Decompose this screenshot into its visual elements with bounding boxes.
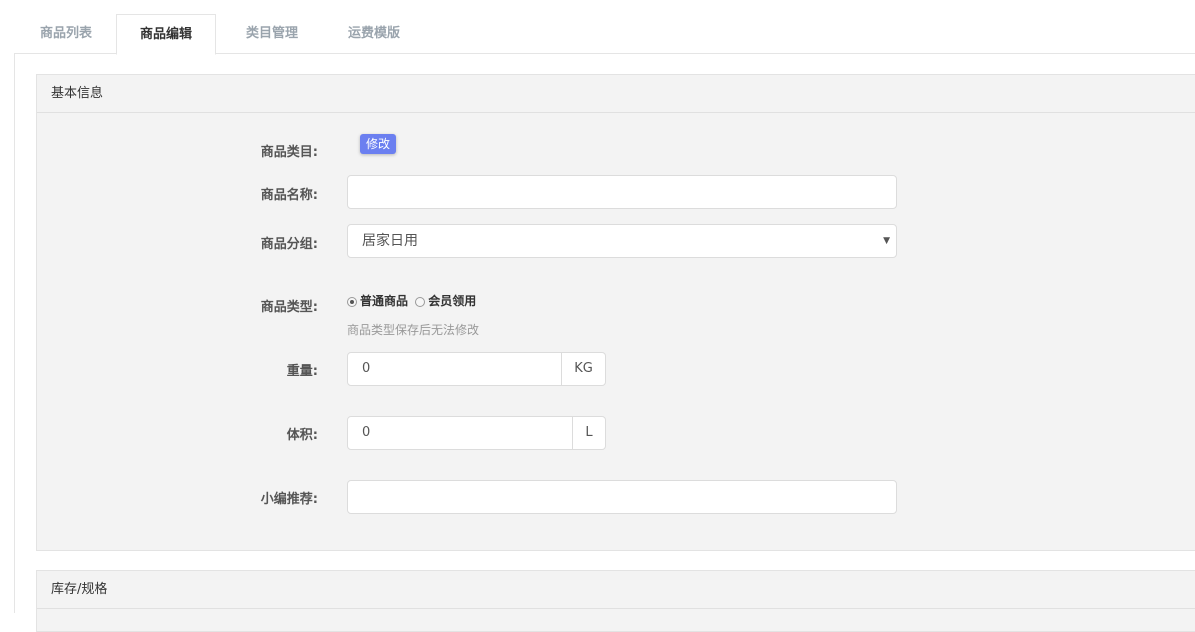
panel-title-stock-spec: 库存/规格 [37, 571, 1195, 609]
tab-product-edit[interactable]: 商品编辑 [116, 14, 216, 55]
product-group-select[interactable]: 居家日用 ▼ [347, 224, 897, 258]
product-name-input[interactable] [347, 175, 897, 209]
product-type-radio-group: 普通商品 会员领用 [347, 292, 476, 309]
volume-label: 体积: [286, 428, 318, 443]
product-name-label: 商品名称: [260, 188, 318, 203]
product-type-help: 商品类型保存后无法修改 [347, 323, 480, 337]
category-label: 商品类目: [260, 145, 318, 160]
radio-checked-icon [347, 296, 357, 307]
radio-member-claim[interactable]: 会员领用 [415, 294, 476, 308]
product-type-label: 商品类型: [260, 300, 318, 315]
tab-category-manage[interactable]: 类目管理 [220, 14, 324, 53]
radio-unchecked-icon [415, 296, 426, 307]
category-edit-button[interactable]: 修改 [360, 134, 397, 154]
weight-input[interactable]: 0 [347, 352, 562, 386]
tab-shipping-template[interactable]: 运费模版 [322, 14, 426, 53]
chevron-down-icon: ▼ [883, 236, 890, 246]
weight-unit-addon: KG [562, 352, 606, 386]
stock-spec-panel: 库存/规格 [36, 570, 1195, 632]
panel-title-basic-info: 基本信息 [37, 75, 1195, 113]
tab-product-list[interactable]: 商品列表 [14, 14, 118, 53]
editor-recommend-label: 小编推荐: [260, 492, 318, 507]
product-group-label: 商品分组: [260, 237, 318, 252]
editor-recommend-input[interactable] [347, 480, 897, 514]
basic-info-panel: 基本信息 商品类目: 修改 商品名称: 商品分组: 居家日用 ▼ 商品类型: 普… [36, 74, 1195, 551]
volume-unit-addon: L [573, 416, 606, 450]
content-area: 基本信息 商品类目: 修改 商品名称: 商品分组: 居家日用 ▼ 商品类型: 普… [14, 54, 1195, 632]
radio-normal-product[interactable]: 普通商品 [347, 294, 408, 308]
weight-label: 重量: [286, 364, 318, 379]
volume-input[interactable]: 0 [347, 416, 573, 450]
product-group-value: 居家日用 [362, 233, 418, 249]
tab-bar: 商品列表 商品编辑 类目管理 运费模版 [14, 0, 1195, 55]
